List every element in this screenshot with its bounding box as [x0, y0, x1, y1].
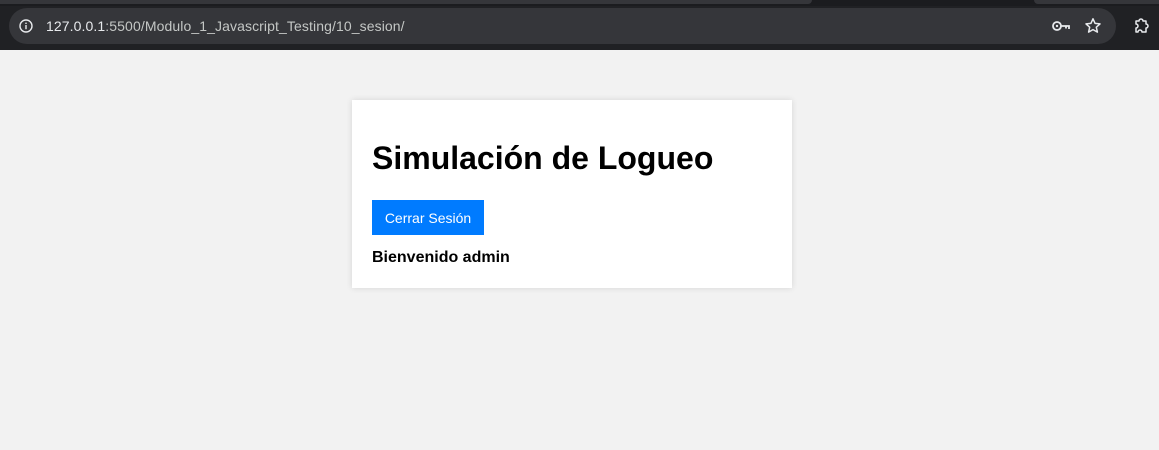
star-icon[interactable] [1084, 17, 1102, 35]
address-bar[interactable]: 127.0.0.1:5500/Modulo_1_Javascript_Testi… [9, 8, 1116, 44]
tab-strip [0, 0, 1159, 6]
logout-button[interactable]: Cerrar Sesión [372, 200, 484, 235]
active-tab-edge[interactable] [0, 0, 812, 4]
puzzle-icon[interactable] [1133, 16, 1151, 34]
welcome-message: Bienvenido admin [372, 249, 510, 266]
inactive-tab-edge[interactable] [1034, 0, 1159, 4]
browser-toolbar: 127.0.0.1:5500/Modulo_1_Javascript_Testi… [0, 0, 1159, 50]
key-icon[interactable] [1051, 18, 1071, 34]
url-text[interactable]: 127.0.0.1:5500/Modulo_1_Javascript_Testi… [46, 8, 405, 44]
page-title: Simulación de Logueo [372, 140, 714, 176]
url-path: :5500/Modulo_1_Javascript_Testing/10_ses… [105, 18, 405, 34]
page-body: Simulación de Logueo Cerrar Sesión Bienv… [0, 50, 1159, 450]
info-icon[interactable] [19, 19, 33, 33]
login-card: Simulación de Logueo Cerrar Sesión Bienv… [352, 100, 792, 288]
url-host: 127.0.0.1 [46, 18, 106, 34]
